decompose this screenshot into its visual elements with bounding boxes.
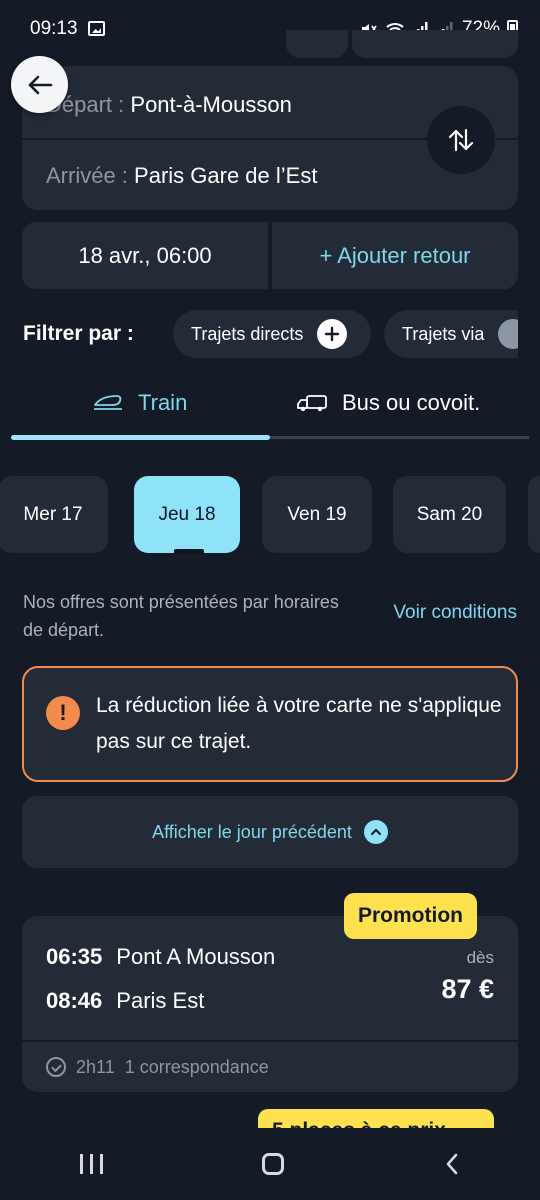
chip-direct-trips[interactable]: Trajets directs xyxy=(173,310,371,358)
back-nav-button[interactable] xyxy=(444,1152,460,1176)
journey-result-card[interactable]: 06:35 Pont A Mousson 08:46 Paris Est dès… xyxy=(22,916,518,1092)
recent-apps-button[interactable] xyxy=(79,1154,103,1174)
arrival-station: Paris Est xyxy=(116,988,205,1013)
card-discount-alert: ! La réduction liée à votre carte ne s'a… xyxy=(22,666,518,782)
day-label: Jeu 18 xyxy=(158,503,216,525)
offers-info-text: Nos offres sont présentées par horaires … xyxy=(23,592,339,640)
status-time: 09:13 xyxy=(30,18,78,39)
conditions-link[interactable]: Voir conditions xyxy=(393,602,517,624)
tab-bus[interactable]: Bus ou covoit. xyxy=(296,390,480,416)
selected-day-mark xyxy=(174,549,204,553)
swap-arrows-icon xyxy=(448,128,474,152)
day-pill-active[interactable]: Jeu 18 xyxy=(134,476,240,553)
arrival-field[interactable]: Arrivée : Paris Gare de l’Est xyxy=(46,163,317,189)
swap-stations-button[interactable] xyxy=(427,106,495,174)
departure-field[interactable]: Départ : Pont-à-Mousson xyxy=(46,92,292,118)
gallery-notification-icon xyxy=(88,21,105,36)
duration: 2h11 xyxy=(76,1056,115,1077)
add-return-button[interactable]: + Ajouter retour xyxy=(272,222,518,289)
card-footer: 2h11 1 correspondance xyxy=(22,1040,518,1092)
system-nav-bar xyxy=(0,1128,540,1200)
day-pill[interactable]: Mer 17 xyxy=(0,476,108,553)
plus-icon xyxy=(498,319,518,349)
price-value: 87 € xyxy=(441,974,494,1004)
top-remnant-left xyxy=(286,30,348,58)
arrow-left-icon xyxy=(28,75,52,94)
back-button[interactable] xyxy=(11,56,68,113)
plus-icon xyxy=(317,319,348,349)
arrival-value: Paris Gare de l’Est xyxy=(134,163,318,188)
home-button[interactable] xyxy=(262,1153,285,1175)
promotion-badge: Promotion xyxy=(344,893,477,939)
chip-direct-label: Trajets directs xyxy=(191,323,304,344)
chevron-up-icon xyxy=(363,820,388,844)
departure-time: 06:35 xyxy=(46,944,103,969)
arrival-label: Arrivée : xyxy=(46,163,128,188)
previous-day-label: Afficher le jour précédent xyxy=(152,821,352,842)
departure-line: 06:35 Pont A Mousson xyxy=(46,944,275,970)
tab-bus-label: Bus ou covoit. xyxy=(342,390,481,415)
tab-train[interactable]: Train xyxy=(92,390,187,416)
departure-station: Pont A Mousson xyxy=(116,944,276,969)
chip-via-label: Trajets via xyxy=(402,323,485,344)
day-pill-partial[interactable] xyxy=(528,476,540,553)
chip-via-trips[interactable]: Trajets via xyxy=(384,310,518,358)
warning-icon: ! xyxy=(46,696,80,730)
filter-label: Filtrer par : xyxy=(23,322,134,345)
tab-train-label: Train xyxy=(138,390,188,415)
arrival-line: 08:46 Paris Est xyxy=(46,988,204,1014)
connections: 1 correspondance xyxy=(124,1056,269,1077)
clock-check-icon xyxy=(46,1057,66,1077)
price-prefix: dès xyxy=(466,948,494,967)
day-label: Sam 20 xyxy=(416,503,483,525)
day-pill[interactable]: Ven 19 xyxy=(262,476,372,553)
arrival-time: 08:46 xyxy=(46,988,103,1013)
train-icon xyxy=(94,395,122,410)
previous-day-button[interactable]: Afficher le jour précédent xyxy=(22,796,518,868)
day-label: Ven 19 xyxy=(287,503,347,525)
tab-active-indicator xyxy=(11,435,270,440)
day-pill[interactable]: Sam 20 xyxy=(393,476,506,553)
alert-text: La réduction liée à votre carte ne s'app… xyxy=(96,694,502,753)
day-label: Mer 17 xyxy=(23,503,83,525)
departure-value: Pont-à-Mousson xyxy=(130,92,292,117)
bus-car-icon xyxy=(297,395,327,412)
chip-via-clip: Trajets via xyxy=(384,310,518,358)
top-remnant-right xyxy=(352,30,518,58)
outbound-date-button[interactable]: 18 avr., 06:00 xyxy=(22,222,268,289)
